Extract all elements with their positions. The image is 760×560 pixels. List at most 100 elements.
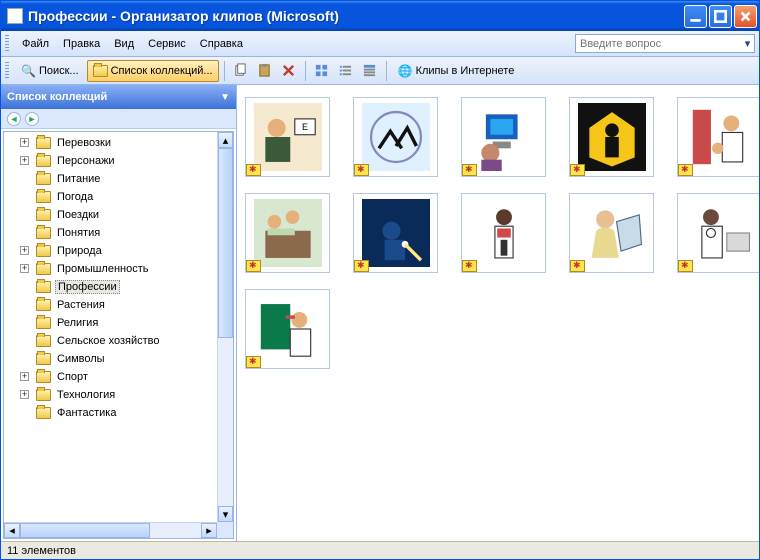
folder-icon [36, 227, 51, 239]
folder-icon [36, 209, 51, 221]
scroll-left-button[interactable]: ◂ [4, 523, 20, 538]
chevron-down-icon[interactable]: ▼ [220, 92, 230, 103]
folder-icon [36, 263, 51, 275]
tree-item-15[interactable]: Фантастика [8, 404, 217, 422]
clip-art [470, 202, 538, 264]
collection-tree[interactable]: +Перевозки+ПерсонажиПитаниеПогода Поездки… [4, 132, 217, 522]
help-search-dropdown-icon[interactable]: ▾ [741, 37, 754, 50]
tree-item-label: Технология [55, 389, 117, 401]
sidebar: Список коллекций ▼ ◄ ► +Перевозки+Персон… [1, 85, 237, 541]
help-search-box[interactable]: ▾ [575, 34, 755, 53]
sidebar-header[interactable]: Список коллекций ▼ [1, 85, 236, 109]
clip-art [578, 106, 646, 168]
menu-tools[interactable]: Сервис [141, 35, 193, 53]
menu-view[interactable]: Вид [107, 35, 141, 53]
clip-thumbnail[interactable] [569, 193, 654, 273]
tree-item-label: Промышленность [55, 263, 151, 275]
expander-icon[interactable]: + [20, 156, 29, 165]
menu-grip[interactable] [5, 35, 9, 53]
clip-thumbnail[interactable] [461, 193, 546, 273]
clips-online-button[interactable]: 🌐 Клипы в Интернете [392, 60, 521, 82]
tree-container: +Перевозки+ПерсонажиПитаниеПогода Поездки… [3, 131, 234, 539]
tree-item-12[interactable]: Символы [8, 350, 217, 368]
clip-thumbnail[interactable] [245, 193, 330, 273]
paste-button[interactable] [254, 60, 276, 82]
tree-item-2[interactable]: Питание [8, 170, 217, 188]
tree-item-label: Спорт [55, 371, 90, 383]
minimize-button[interactable] [684, 5, 707, 28]
menu-file[interactable]: Файл [15, 35, 56, 53]
collection-badge-icon [246, 164, 261, 176]
clip-thumbnail[interactable] [245, 289, 330, 369]
scroll-thumb-v[interactable] [218, 148, 233, 338]
tree-item-label: Поездки [55, 209, 101, 221]
clip-thumbnail[interactable] [353, 97, 438, 177]
collection-badge-icon [462, 260, 477, 272]
copy-button[interactable] [230, 60, 252, 82]
clip-thumbnail[interactable] [461, 97, 546, 177]
clip-thumbnail[interactable] [569, 97, 654, 177]
vertical-scrollbar[interactable]: ▴ ▾ [217, 132, 233, 522]
tree-item-label: Сельское хозяйство [55, 335, 161, 347]
tree-item-5[interactable]: Понятия [8, 224, 217, 242]
tree-item-9[interactable]: Растения [8, 296, 217, 314]
expander-icon[interactable]: + [20, 246, 29, 255]
tree-item-4[interactable]: Поездки [8, 206, 217, 224]
clip-thumbnail[interactable]: E [245, 97, 330, 177]
menu-edit[interactable]: Правка [56, 35, 107, 53]
scroll-corner [217, 522, 233, 538]
help-search-input[interactable] [576, 38, 741, 50]
menu-bar: Файл Правка Вид Сервис Справка ▾ [1, 31, 759, 57]
expander-icon[interactable]: + [20, 390, 29, 399]
tree-item-0[interactable]: +Перевозки [8, 134, 217, 152]
folder-icon [36, 281, 51, 293]
scroll-right-button[interactable]: ▸ [201, 523, 217, 538]
list-view-button[interactable] [335, 60, 357, 82]
scroll-up-button[interactable]: ▴ [218, 132, 233, 148]
tree-item-13[interactable]: + Спорт [8, 368, 217, 386]
close-button[interactable] [734, 5, 757, 28]
svg-text:E: E [301, 122, 307, 132]
clip-thumbnail[interactable] [677, 193, 759, 273]
tree-item-14[interactable]: + Технология [8, 386, 217, 404]
delete-button[interactable] [278, 60, 300, 82]
folder-icon [36, 353, 51, 365]
tree-item-6[interactable]: +Природа [8, 242, 217, 260]
folder-icon [36, 299, 51, 311]
scroll-down-button[interactable]: ▾ [218, 506, 233, 522]
thumbnails-view-button[interactable] [311, 60, 333, 82]
collection-badge-icon [678, 164, 693, 176]
expander-icon[interactable]: + [20, 264, 29, 273]
folder-icon [36, 335, 51, 347]
clip-thumbnail[interactable] [353, 193, 438, 273]
tree-item-8[interactable]: Профессии [8, 278, 217, 296]
folder-icon [36, 371, 51, 383]
maximize-button[interactable] [709, 5, 732, 28]
clip-art [686, 106, 754, 168]
status-text: 11 элементов [7, 545, 76, 557]
nav-forward-button[interactable]: ► [25, 112, 39, 126]
tree-item-10[interactable]: Религия [8, 314, 217, 332]
menu-help[interactable]: Справка [193, 35, 250, 53]
folder-icon [36, 407, 51, 419]
details-view-button[interactable] [359, 60, 381, 82]
horizontal-scrollbar[interactable]: ◂ ▸ [4, 522, 217, 538]
tree-item-label: Растения [55, 299, 107, 311]
collection-badge-icon [678, 260, 693, 272]
window-title: Профессии - Организатор клипов (Microsof… [28, 8, 684, 24]
clip-thumbnail[interactable] [677, 97, 759, 177]
toolbar-separator [224, 61, 225, 81]
nav-back-button[interactable]: ◄ [7, 112, 21, 126]
tree-item-7[interactable]: + Промышленность [8, 260, 217, 278]
tree-item-3[interactable]: Погода [8, 188, 217, 206]
toolbar-grip[interactable] [5, 62, 9, 80]
expander-icon[interactable]: + [20, 372, 29, 381]
scroll-thumb-h[interactable] [20, 523, 150, 538]
collection-list-button[interactable]: Список коллекций... [87, 60, 219, 82]
clip-art [362, 106, 430, 168]
expander-icon[interactable]: + [20, 138, 29, 147]
search-button[interactable]: 🔍 Поиск... [15, 60, 85, 82]
tree-item-1[interactable]: +Персонажи [8, 152, 217, 170]
folder-icon [36, 317, 51, 329]
tree-item-11[interactable]: Сельское хозяйство [8, 332, 217, 350]
